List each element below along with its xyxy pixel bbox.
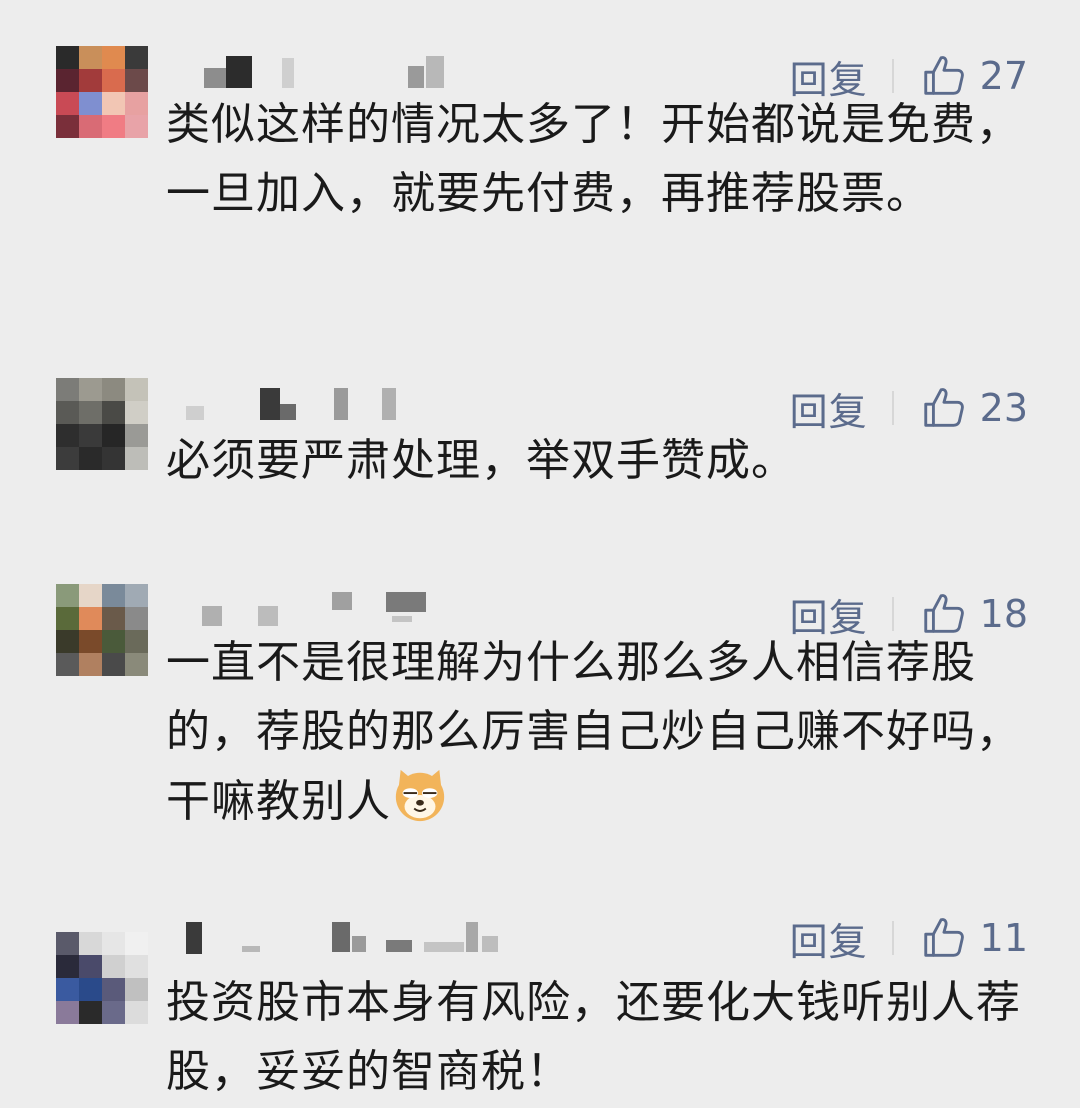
thumbs-up-icon: [923, 388, 964, 427]
comment-text: 类似这样的情况太多了！开始都说是免费，一旦加入，就要先付费，再推荐股票。: [166, 99, 1021, 219]
avatar[interactable]: [56, 378, 148, 470]
like-count: 11: [979, 916, 1028, 960]
like-button[interactable]: 23: [920, 385, 1028, 431]
reply-button[interactable]: 回复: [790, 911, 868, 966]
nickname-blurred: [186, 590, 486, 626]
like-count: 23: [979, 386, 1028, 430]
comment-text: 必须要严肃处理，举双手赞成。: [166, 435, 796, 486]
thumbs-up-icon: [923, 918, 964, 957]
comment-text: 一直不是很理解为什么那么多人相信荐股的，荐股的那么厉害自己炒自己赚不好吗，干嘛教…: [166, 628, 1026, 836]
divider: [891, 597, 894, 631]
avatar[interactable]: [56, 932, 148, 1024]
divider: [891, 921, 894, 955]
nickname-blurred: [186, 384, 486, 420]
comment-actions: 回复 11: [790, 912, 1028, 964]
nickname-blurred: [186, 52, 486, 88]
doge-emoji-icon: [395, 769, 445, 822]
divider: [891, 59, 894, 93]
comment-text-body: 一直不是很理解为什么那么多人相信荐股的，荐股的那么厉害自己炒自己赚不好吗，干嘛教…: [166, 637, 1021, 827]
comment-text: 投资股市本身有风险，还要化大钱听别人荐股，妥妥的智商税！: [166, 977, 1021, 1097]
avatar[interactable]: [56, 46, 148, 138]
avatar[interactable]: [56, 584, 148, 676]
divider: [891, 391, 894, 425]
nickname-blurred: [186, 914, 498, 954]
like-button[interactable]: 11: [920, 915, 1028, 961]
